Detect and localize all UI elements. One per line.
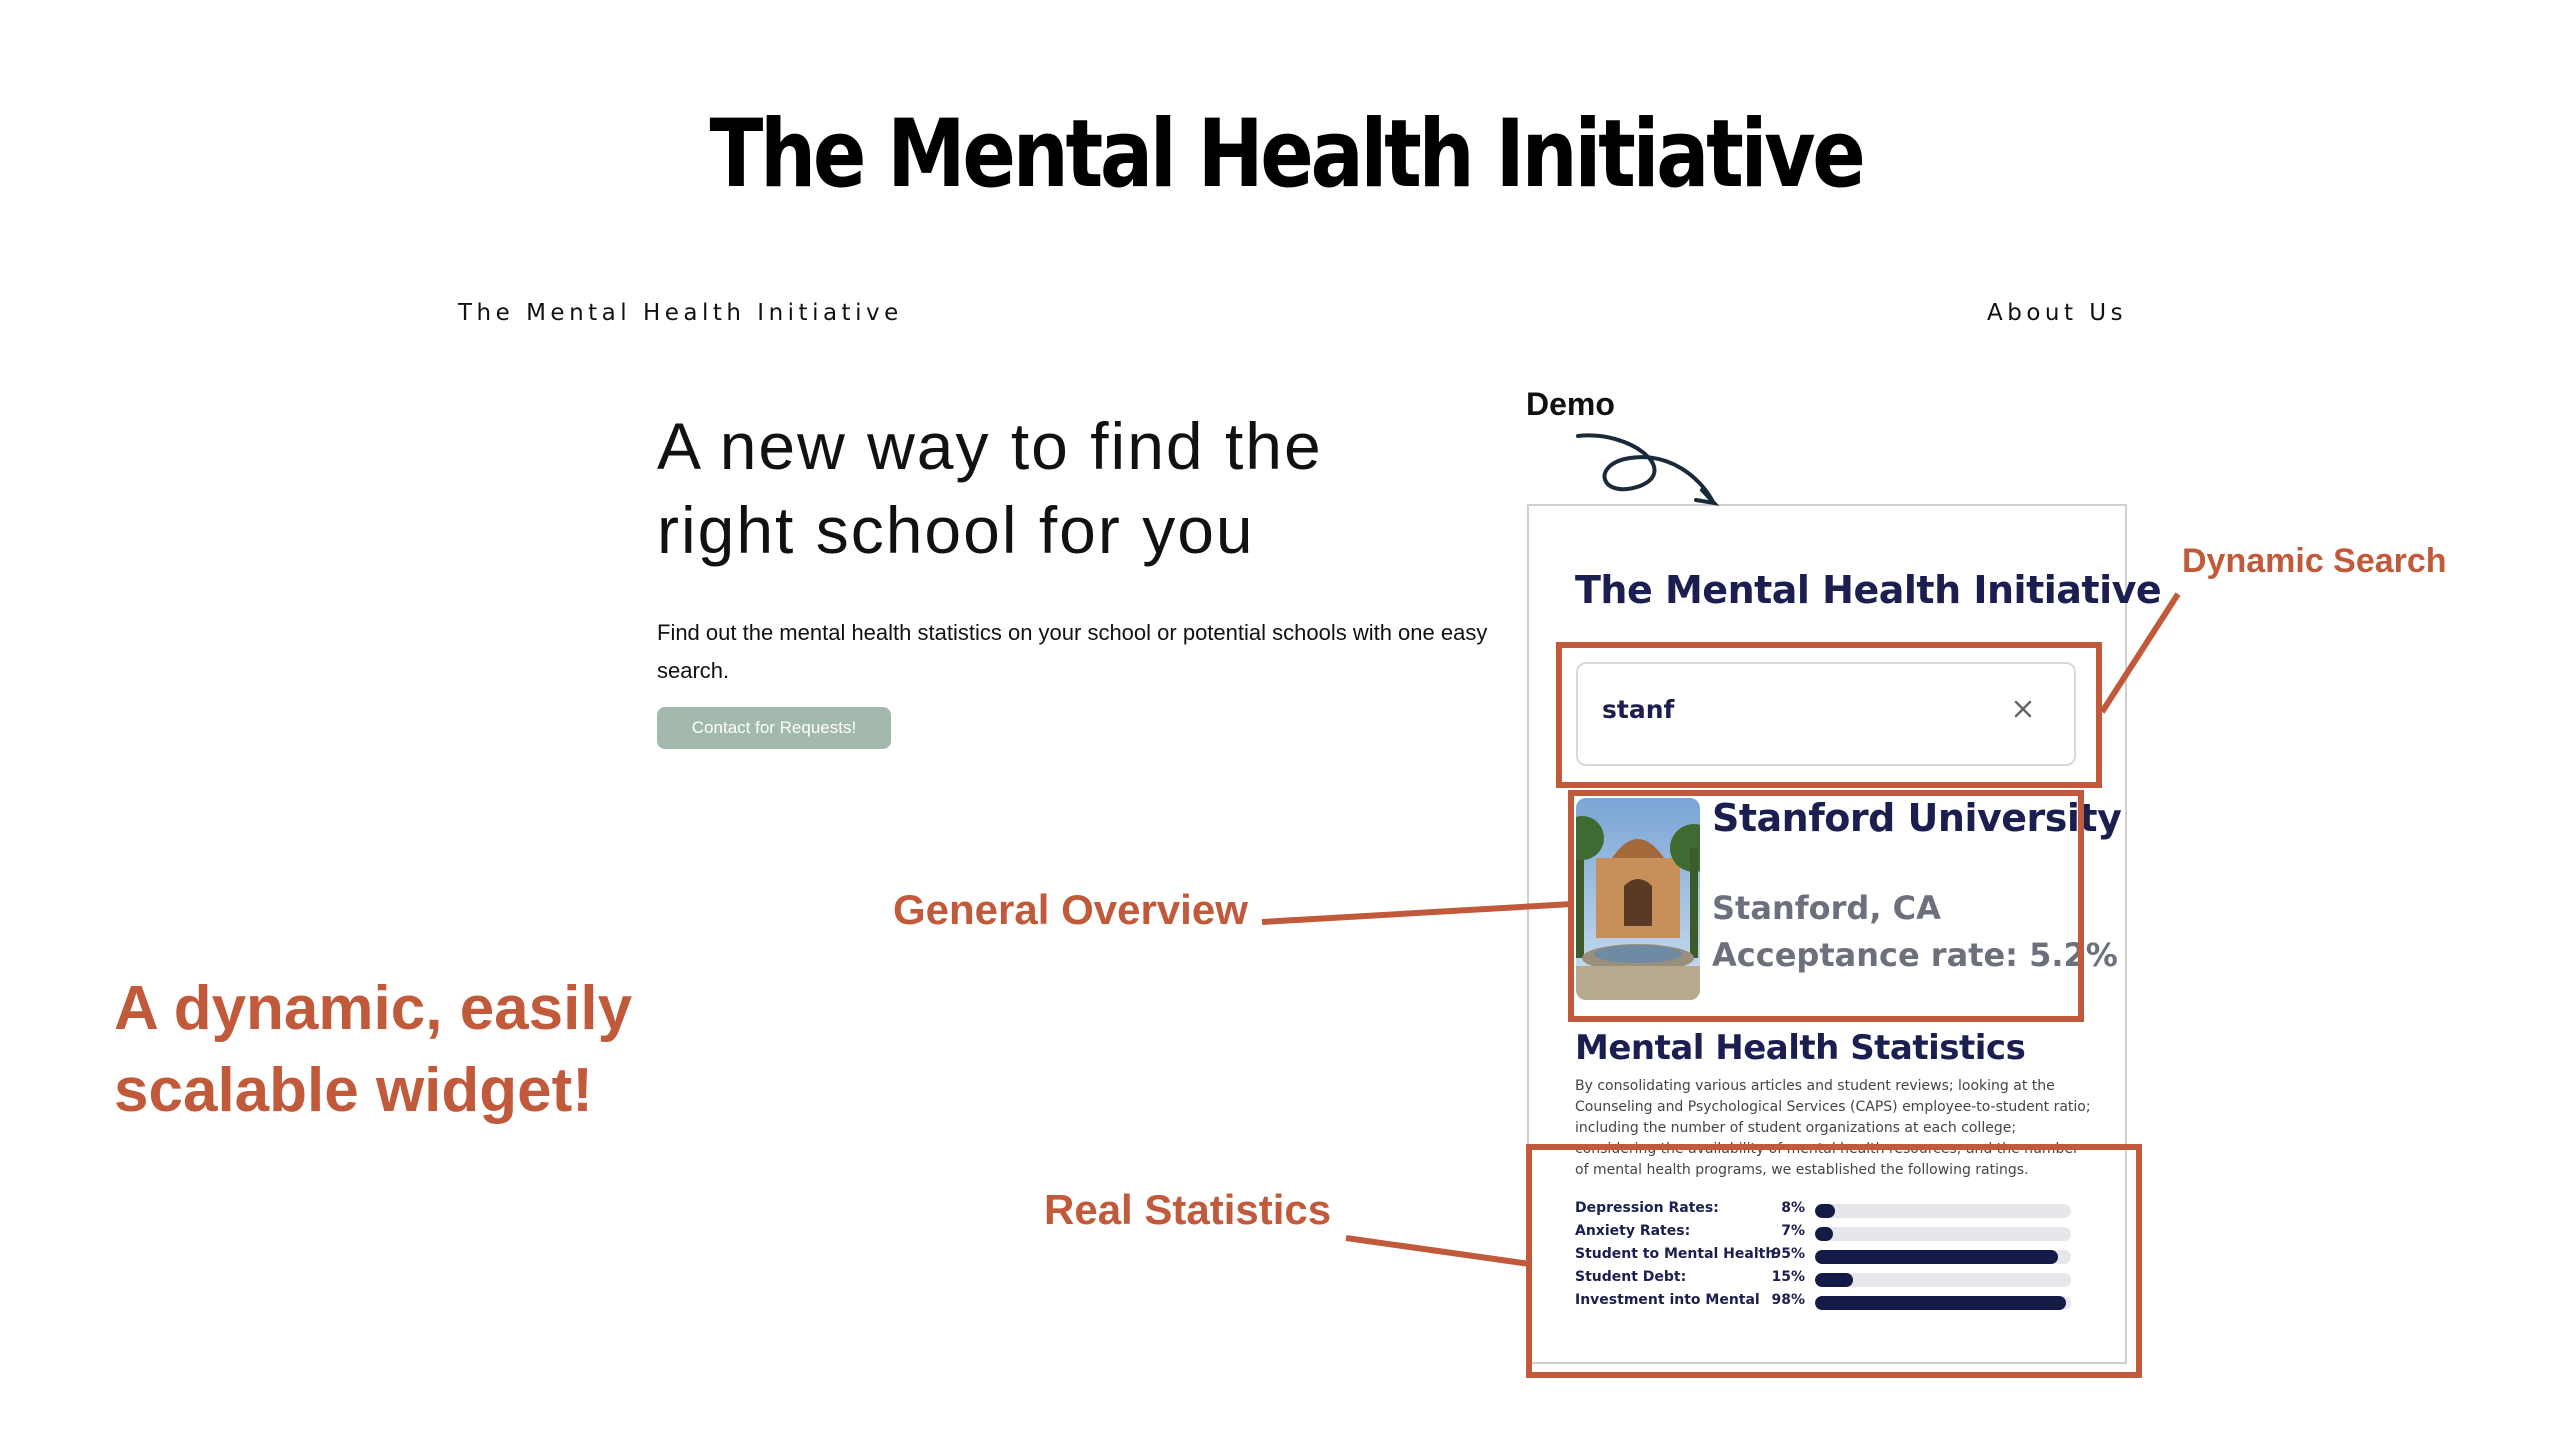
general-overview-connector	[1261, 901, 1573, 925]
demo-arrow-icon	[1576, 433, 1714, 502]
annotation-connectors	[1261, 433, 2181, 1267]
dynamic-search-connector	[2099, 592, 2181, 714]
real-statistics-connector	[1345, 1235, 1531, 1267]
